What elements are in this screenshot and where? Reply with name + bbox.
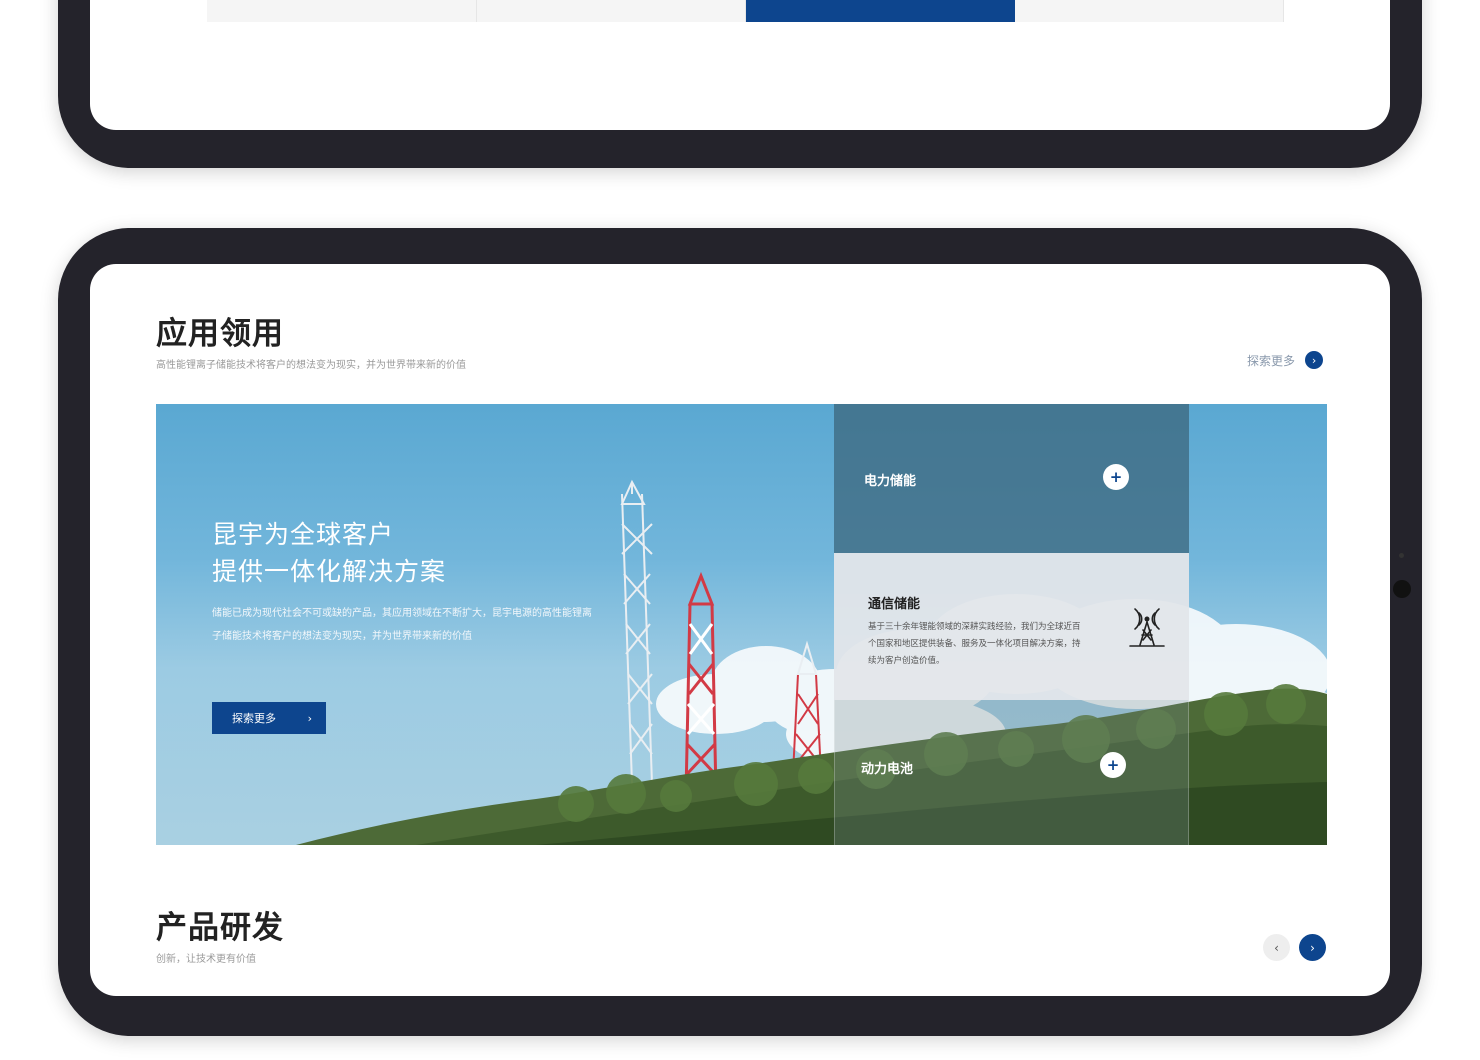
plus-icon[interactable]: + xyxy=(1100,752,1126,778)
chevron-right-icon: › xyxy=(307,711,312,725)
signal-tower-icon xyxy=(1129,608,1165,647)
panel-description: 基于三十余年锂能领域的深耕实践经验，我们为全球近百个国家和地区提供装备、服务及一… xyxy=(868,622,1081,666)
tablet-frame-top: → → → → xyxy=(58,0,1422,168)
applications-title: 应用领用 xyxy=(156,316,284,352)
banner-description: 储能已成为现代社会不可或缺的产品，其应用领域在不断扩大，昆宇电源的高性能锂离子储… xyxy=(212,608,592,642)
tablet-screen-bottom: 应用领用 高性能锂离子储能技术将客户的想法变为现实，并为世界带来新的价值 探索更… xyxy=(90,264,1390,996)
top-card-2[interactable]: → xyxy=(476,0,746,22)
banner-explore-button[interactable]: 探索更多 › xyxy=(212,702,326,734)
panel-power-battery[interactable]: 动力电池 + xyxy=(834,700,1189,845)
panel-power-storage[interactable]: 电力储能 + xyxy=(834,404,1189,553)
tablet-frame-bottom: 应用领用 高性能锂离子储能技术将客户的想法变为现实，并为世界带来新的价值 探索更… xyxy=(58,228,1422,1036)
banner-explore-label: 探索更多 xyxy=(232,712,276,725)
plus-icon[interactable]: + xyxy=(1103,464,1129,490)
top-card-row: → → → → xyxy=(207,0,1284,22)
top-card-1[interactable]: → xyxy=(207,0,477,22)
chevron-left-icon: ‹ xyxy=(1274,940,1279,955)
products-title: 产品研发 xyxy=(156,910,284,946)
panel-telecom-storage[interactable]: 通信储能 基于三十余年锂能领域的深耕实践经验，我们为全球近百个国家和地区提供装备… xyxy=(834,553,1189,700)
explore-more-link[interactable]: 探索更多 › xyxy=(1247,351,1324,369)
camera-icon xyxy=(1393,580,1411,598)
top-card-3-active[interactable]: → xyxy=(746,0,1015,22)
tablet-screen-top: → → → → xyxy=(90,0,1390,130)
carousel-prev-button[interactable]: ‹ xyxy=(1263,934,1290,961)
sensor-dot xyxy=(1399,553,1404,558)
carousel-next-button[interactable]: › xyxy=(1299,934,1326,961)
chevron-right-icon: › xyxy=(1310,940,1315,955)
application-banner: 昆宇为全球客户 提供一体化解决方案 储能已成为现代社会不可或缺的产品，其应用领域… xyxy=(156,404,1327,845)
panel-title: 动力电池 xyxy=(861,762,914,777)
applications-subtitle: 高性能锂离子储能技术将客户的想法变为现实，并为世界带来新的价值 xyxy=(156,360,466,371)
products-subtitle: 创新，让技术更有价值 xyxy=(156,954,256,965)
chevron-right-icon: › xyxy=(1305,351,1324,369)
panel-title: 电力储能 xyxy=(864,474,917,489)
panel-title: 通信储能 xyxy=(868,597,921,612)
explore-more-label: 探索更多 xyxy=(1247,353,1296,368)
top-card-4[interactable]: → xyxy=(1014,0,1284,22)
banner-headline: 昆宇为全球客户 提供一体化解决方案 xyxy=(212,520,447,586)
